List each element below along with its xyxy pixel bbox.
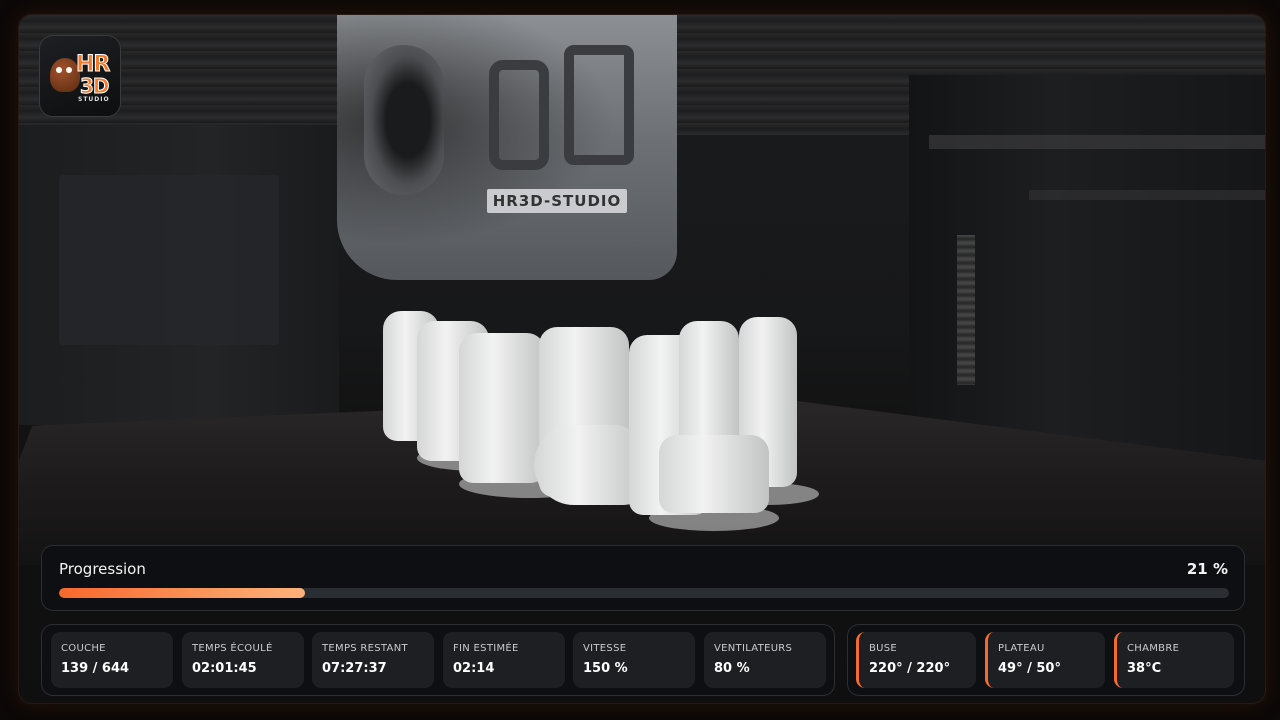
stat-speed: Vitesse 150 % [573, 632, 695, 688]
temp-value: 220° / 220° [869, 661, 951, 676]
temp-chamber: Chambre 38°C [1114, 632, 1234, 688]
stat-label: Couche [61, 643, 106, 654]
stat-estimated-end: Fin estimée 02:14 [443, 632, 565, 688]
temp-nozzle: Buse 220° / 220° [856, 632, 976, 688]
printed-model-foot [534, 425, 644, 505]
stat-layer: Couche 139 / 644 [51, 632, 173, 688]
printhead-slot-right [564, 45, 634, 165]
temperature-panel: Buse 220° / 220° Plateau 49° / 50° Chamb… [847, 624, 1245, 696]
printer-lead-screw [957, 235, 975, 385]
progress-fill [59, 588, 305, 598]
printer-rail [929, 135, 1265, 149]
stat-label: Vitesse [583, 643, 627, 654]
stat-label: Temps restant [322, 643, 408, 654]
stat-value: 139 / 644 [61, 661, 130, 676]
temp-label: Chambre [1127, 643, 1180, 654]
brand-logo: HR 3D STUDIO [39, 35, 121, 117]
printhead-fan [364, 45, 444, 195]
printed-model [659, 435, 769, 513]
stat-value: 07:27:37 [322, 661, 387, 676]
stat-value: 150 % [583, 661, 628, 676]
progress-panel: Progression 21 % [41, 545, 1245, 611]
printer-side-panel [59, 175, 279, 345]
temp-bed: Plateau 49° / 50° [985, 632, 1105, 688]
temp-label: Plateau [998, 643, 1045, 654]
stat-label: Fin estimée [453, 643, 519, 654]
stat-label: Temps écoulé [192, 643, 273, 654]
stat-label: Ventilateurs [714, 643, 793, 654]
logo-text-3d: 3D [80, 74, 110, 99]
printer-rail-lower [1029, 190, 1265, 200]
logo-text-studio: STUDIO [78, 96, 110, 103]
stat-value: 02:01:45 [192, 661, 257, 676]
temp-value: 49° / 50° [998, 661, 1061, 676]
app-frame: HR3D-STUDIO HR 3D STUDIO Progression 21 … [18, 14, 1266, 704]
progress-label: Progression [59, 560, 146, 578]
printhead-slot [489, 60, 549, 170]
temp-value: 38°C [1127, 661, 1162, 676]
job-stats-panel: Couche 139 / 644 Temps écoulé 02:01:45 T… [41, 624, 835, 696]
progress-track [59, 588, 1229, 598]
printed-model [459, 333, 545, 483]
stat-elapsed-time: Temps écoulé 02:01:45 [182, 632, 304, 688]
stat-value: 02:14 [453, 661, 495, 676]
progress-percent: 21 % [1186, 560, 1228, 578]
temp-label: Buse [869, 643, 898, 654]
stat-fans: Ventilateurs 80 % [704, 632, 826, 688]
printhead-brand-plate: HR3D-STUDIO [487, 189, 627, 213]
stat-value: 80 % [714, 661, 750, 676]
stat-remaining-time: Temps restant 07:27:37 [312, 632, 434, 688]
